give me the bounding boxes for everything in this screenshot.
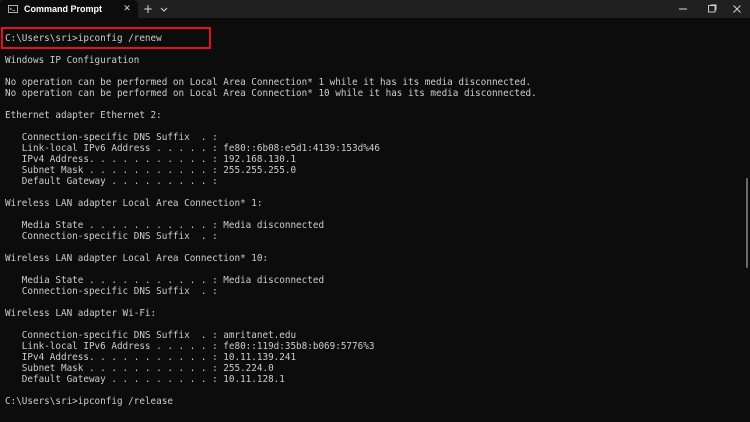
console-line: Connection-specific DNS Suffix . : (5, 132, 218, 143)
console-line: Connection-specific DNS Suffix . : (5, 286, 218, 297)
scrollbar-thumb[interactable] (746, 178, 748, 268)
console-line: Media State . . . . . . . . . . . : Medi… (5, 275, 325, 286)
console-line: No operation can be performed on Local A… (5, 77, 532, 88)
console-output[interactable]: C:\Users\sri>ipconfig /renew Windows IP … (0, 18, 750, 422)
console-command-release: C:\Users\sri>ipconfig /release (5, 396, 173, 407)
console-line: Link-local IPv6 Address . . . . . : fe80… (5, 341, 375, 352)
console-line: Connection-specific DNS Suffix . : (5, 231, 218, 242)
console-line: No operation can be performed on Local A… (5, 88, 537, 99)
new-tab-button[interactable]: + (141, 1, 155, 17)
tab-close-icon[interactable]: ✕ (121, 3, 133, 15)
tab-title: Command Prompt (24, 4, 103, 14)
console-line: Link-local IPv6 Address . . . . . : fe80… (5, 143, 381, 154)
chevron-down-icon[interactable] (157, 2, 171, 16)
console-line: Windows IP Configuration (5, 55, 140, 66)
maximize-icon (708, 4, 717, 13)
console-line: Connection-specific DNS Suffix . : amrit… (5, 330, 297, 341)
highlight-box (1, 27, 211, 49)
title-bar: Command Prompt ✕ + (0, 0, 750, 18)
close-window-button[interactable] (722, 0, 750, 18)
console-line: Wireless LAN adapter Local Area Connecti… (5, 198, 263, 209)
close-icon (733, 5, 741, 13)
console-line: IPv4 Address. . . . . . . . . . . : 192.… (5, 154, 297, 165)
console-line: Ethernet adapter Ethernet 2: (5, 110, 162, 121)
terminal-icon (8, 5, 18, 13)
console-line: Subnet Mask . . . . . . . . . . . : 255.… (5, 165, 297, 176)
console-line: Media State . . . . . . . . . . . : Medi… (5, 220, 325, 231)
console-line: Subnet Mask . . . . . . . . . . . : 255.… (5, 363, 274, 374)
console-line: Wireless LAN adapter Local Area Connecti… (5, 253, 269, 264)
tab-command-prompt[interactable]: Command Prompt ✕ (0, 0, 138, 18)
minimize-button[interactable] (668, 0, 698, 18)
minimize-icon (679, 8, 687, 10)
terminal-window: Command Prompt ✕ + C:\Users\sri>ipconfig… (0, 0, 750, 422)
console-line: IPv4 Address. . . . . . . . . . . : 10.1… (5, 352, 297, 363)
console-line: Wireless LAN adapter Wi-Fi: (5, 308, 157, 319)
console-line: Default Gateway . . . . . . . . . : 10.1… (5, 374, 285, 385)
console-line: Default Gateway . . . . . . . . . : (5, 176, 218, 187)
